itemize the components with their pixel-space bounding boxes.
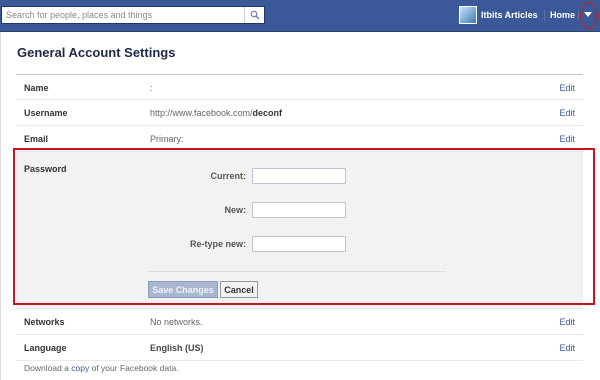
retype-password-label: Re-type new: bbox=[189, 239, 246, 249]
new-password-row: New: bbox=[16, 202, 583, 218]
current-password-row: Current: bbox=[16, 168, 583, 184]
edit-link[interactable]: Edit bbox=[559, 83, 575, 93]
cancel-button[interactable]: Cancel bbox=[220, 281, 258, 298]
search-button[interactable] bbox=[244, 7, 264, 23]
row-label: Networks bbox=[24, 317, 65, 327]
top-navigation-bar: Itbits Articles Home bbox=[0, 0, 600, 32]
settings-row-language[interactable]: Language English (US) Edit bbox=[16, 335, 583, 361]
row-label: Email bbox=[24, 134, 49, 144]
search-box bbox=[1, 6, 265, 24]
row-value: No networks. bbox=[150, 317, 203, 327]
row-label: Language bbox=[24, 343, 67, 353]
new-password-label: New: bbox=[224, 205, 246, 215]
form-divider bbox=[148, 271, 446, 272]
home-link[interactable]: Home bbox=[550, 10, 575, 20]
row-label: Name bbox=[24, 83, 49, 93]
row-value: English (US) bbox=[150, 343, 204, 353]
retype-password-row: Re-type new: bbox=[16, 236, 583, 252]
page-left-border bbox=[0, 32, 1, 380]
current-password-label: Current: bbox=[210, 171, 247, 181]
edit-link[interactable]: Edit bbox=[559, 134, 575, 144]
settings-list: Name : Edit Username http://www.facebook… bbox=[16, 74, 583, 361]
edit-link[interactable]: Edit bbox=[559, 108, 575, 118]
username-url-prefix: http://www.facebook.com/ bbox=[150, 108, 253, 118]
annotation-circle bbox=[580, 2, 597, 29]
row-value: http://www.facebook.com/deconf bbox=[150, 108, 282, 118]
retype-password-input[interactable] bbox=[252, 236, 346, 252]
current-password-input[interactable] bbox=[252, 168, 346, 184]
edit-link[interactable]: Edit bbox=[559, 317, 575, 327]
save-changes-button[interactable]: Save Changes bbox=[148, 281, 218, 298]
nav-divider bbox=[578, 10, 579, 21]
password-edit-section: Password Current: New: Re-type new: Save… bbox=[16, 152, 583, 309]
magnifier-icon bbox=[250, 10, 259, 20]
settings-row-email[interactable]: Email Primary: Edit bbox=[16, 126, 583, 152]
search-input[interactable] bbox=[2, 7, 242, 23]
settings-row-username[interactable]: Username http://www.facebook.com/deconf … bbox=[16, 100, 583, 126]
new-password-input[interactable] bbox=[252, 202, 346, 218]
profile-avatar[interactable] bbox=[459, 6, 477, 24]
download-copy-link[interactable]: copy bbox=[71, 363, 89, 373]
settings-row-networks[interactable]: Networks No networks. Edit bbox=[16, 309, 583, 335]
username-handle: deconf bbox=[252, 108, 283, 118]
settings-row-name[interactable]: Name : Edit bbox=[16, 74, 583, 100]
edit-link[interactable]: Edit bbox=[559, 343, 575, 353]
download-data-notice: Download a copy of your Facebook data. bbox=[24, 363, 179, 373]
page-title: General Account Settings bbox=[17, 45, 176, 60]
row-value: : bbox=[150, 83, 153, 93]
row-label: Username bbox=[24, 108, 68, 118]
nav-divider bbox=[544, 10, 545, 21]
footer-text-suffix: of your Facebook data. bbox=[91, 363, 179, 373]
profile-name-link[interactable]: Itbits Articles bbox=[481, 10, 538, 20]
footer-text-prefix: Download a bbox=[24, 363, 69, 373]
row-value: Primary: bbox=[150, 134, 184, 144]
